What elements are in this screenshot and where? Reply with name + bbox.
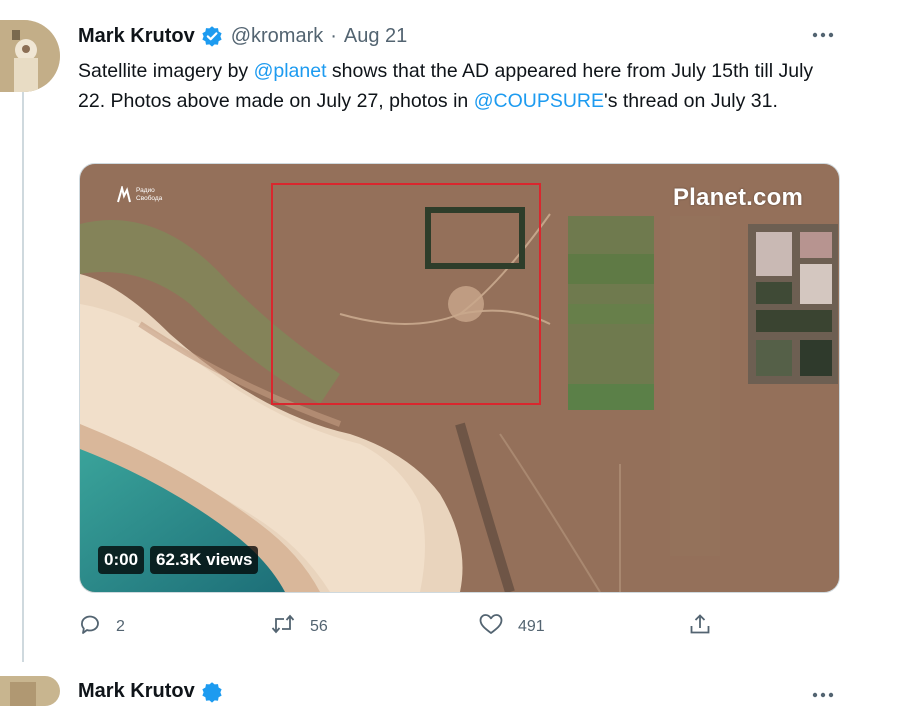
author-handle[interactable]: @kromark <box>231 25 324 48</box>
retweet-button[interactable]: 56 <box>270 612 328 641</box>
tweet-text: Satellite imagery by @planet shows that … <box>78 56 818 116</box>
mention-link[interactable]: @planet <box>254 60 327 82</box>
verified-badge-icon <box>201 25 223 47</box>
video-player[interactable]: Радио Свобода Planet.com 0:00 62.3K view… <box>79 163 840 593</box>
verified-badge-icon <box>201 681 223 703</box>
reply-icon <box>78 612 102 641</box>
tweet-header: Mark Krutov @kromark · Aug 21 <box>78 22 407 50</box>
share-button[interactable] <box>688 612 712 641</box>
share-icon <box>688 612 712 641</box>
author-name[interactable]: Mark Krutov <box>78 25 195 48</box>
retweet-count: 56 <box>310 617 328 635</box>
satellite-image <box>80 164 839 592</box>
action-bar: 2 56 491 <box>78 612 738 642</box>
logo-text-2: Свобода <box>136 195 163 202</box>
planet-watermark: Planet.com <box>672 184 803 211</box>
avatar[interactable] <box>0 20 60 92</box>
retweet-icon <box>270 612 296 641</box>
reply-count: 2 <box>116 617 125 635</box>
video-time: 0:00 <box>98 546 145 574</box>
more-icon[interactable] <box>810 684 836 706</box>
thread-line <box>22 92 24 662</box>
like-icon <box>478 612 504 641</box>
separator-dot: · <box>330 24 337 47</box>
reply-button[interactable]: 2 <box>78 612 125 641</box>
video-badges: 0:00 62.3K views <box>98 546 259 574</box>
radio-svoboda-logo: Радио Свобода <box>116 186 162 204</box>
more-icon[interactable] <box>810 24 836 46</box>
tweet-text-part: 's thread on July 31. <box>604 90 778 112</box>
like-count: 491 <box>518 617 545 635</box>
tweet-text-part: Satellite imagery by <box>78 60 254 82</box>
video-views: 62.3K views <box>150 546 259 574</box>
mention-link[interactable]: @COUPSURE <box>474 90 604 112</box>
like-button[interactable]: 491 <box>478 612 545 641</box>
avatar[interactable] <box>0 676 60 706</box>
logo-text-1: Радио <box>136 187 155 194</box>
tweet-date[interactable]: Aug 21 <box>344 25 407 48</box>
